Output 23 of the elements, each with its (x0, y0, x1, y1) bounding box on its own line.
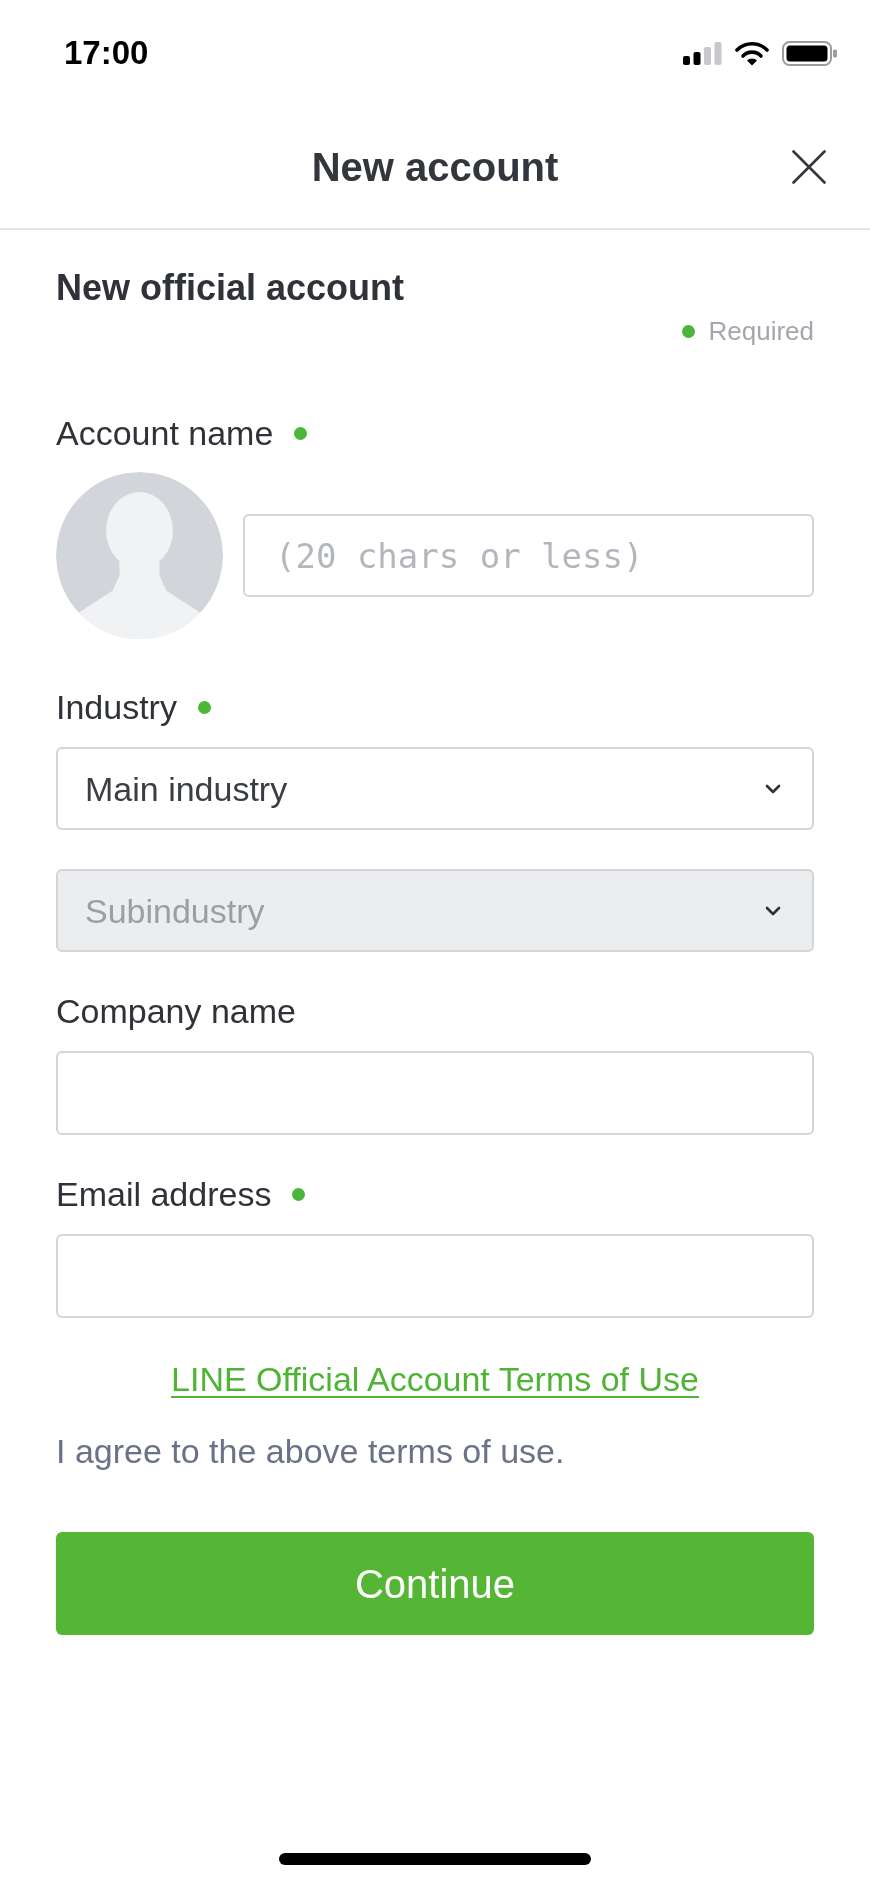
required-legend: Required (708, 315, 814, 347)
dropdown[interactable]: Main industry (56, 747, 814, 830)
close-icon (792, 150, 826, 184)
terms-link[interactable]: LINE Official Account Terms of Use (171, 1359, 699, 1399)
field-label: Industry (56, 687, 177, 727)
continue-button[interactable]: Continue (56, 1532, 814, 1635)
chevron-down-icon (765, 905, 781, 916)
name-input-field[interactable]: (20 chars or less) (243, 514, 814, 597)
chevron-down-icon (765, 783, 781, 794)
wifi-icon (734, 40, 770, 66)
battery-icon (782, 40, 838, 66)
form-title: New official account (56, 266, 406, 310)
field-label: Account name (56, 413, 274, 453)
agreement-text: I agree to the above terms of use. (56, 1431, 566, 1471)
status-time: 17:00 (64, 33, 149, 73)
signal-icon (683, 41, 722, 65)
field-label: Company name (56, 991, 296, 1031)
avatar-silhouette-icon[interactable] (56, 472, 223, 639)
field-label: Email address (56, 1174, 272, 1214)
text-input-field[interactable] (56, 1051, 814, 1135)
text-input-field[interactable] (56, 1234, 814, 1318)
header-title: New account (311, 144, 559, 191)
close-button[interactable] (792, 150, 826, 184)
